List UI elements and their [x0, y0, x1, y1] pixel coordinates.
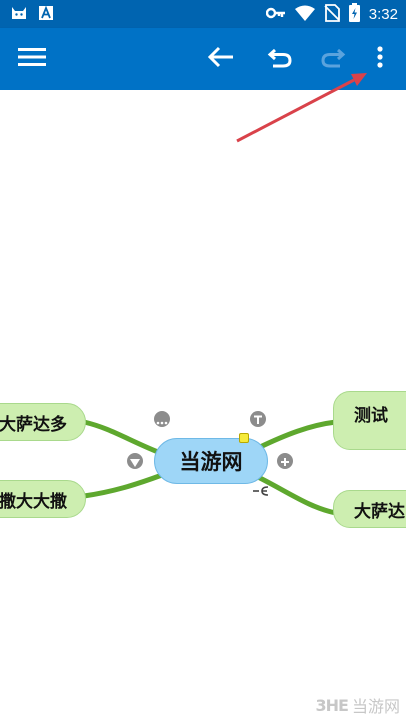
collapse-icon	[130, 452, 140, 471]
status-bar: 3:32	[0, 0, 406, 28]
text-icon	[253, 410, 263, 429]
more-vert-icon	[376, 46, 384, 72]
menu-icon	[18, 47, 46, 71]
branch-node-label: 大萨达多	[0, 414, 67, 435]
link-marker-icon	[252, 483, 270, 502]
expand-icon	[280, 452, 290, 471]
branch-node-3[interactable]: 测试	[333, 391, 406, 450]
branch-node-label: 大萨达	[354, 501, 405, 522]
branch-node-label: 撒大大撒	[0, 491, 67, 512]
central-node-label: 当游网	[179, 450, 243, 474]
battery-charging-icon	[348, 3, 360, 26]
redo-button[interactable]	[309, 28, 357, 90]
branch-node-2[interactable]: 撒大大撒	[0, 480, 86, 518]
collapse-control[interactable]	[127, 453, 143, 469]
back-arrow-icon	[207, 45, 235, 73]
no-sim-icon	[324, 3, 340, 26]
branch-node-4[interactable]: 大萨达	[333, 490, 406, 528]
more-control[interactable]	[154, 411, 170, 427]
watermark: 3HE 当游网	[316, 693, 400, 717]
app-toolbar	[0, 28, 406, 90]
wifi-icon	[294, 5, 315, 25]
branch-node-1[interactable]: 大萨达多	[0, 403, 86, 441]
undo-button[interactable]	[256, 28, 304, 90]
more-icon	[156, 410, 168, 429]
mind-map-canvas[interactable]: 大萨达多 撒大大撒 测试 大萨达 当游网	[0, 90, 406, 721]
text-control[interactable]	[250, 411, 266, 427]
central-node[interactable]: 当游网	[154, 438, 268, 484]
key-icon	[265, 5, 286, 24]
resize-handle[interactable]	[239, 433, 249, 443]
cat-notification-icon	[10, 4, 28, 26]
back-button[interactable]	[197, 28, 245, 90]
undo-icon	[267, 46, 293, 72]
expand-control[interactable]	[277, 453, 293, 469]
watermark-logo: 3HE	[315, 695, 349, 715]
text-a-notification-icon	[38, 5, 54, 25]
branch-node-label: 测试	[354, 406, 388, 426]
watermark-text: 当游网	[351, 697, 400, 716]
menu-button[interactable]	[8, 28, 56, 90]
redo-icon	[320, 46, 346, 72]
more-options-button[interactable]	[356, 28, 404, 90]
clock-time: 3:32	[368, 6, 398, 23]
